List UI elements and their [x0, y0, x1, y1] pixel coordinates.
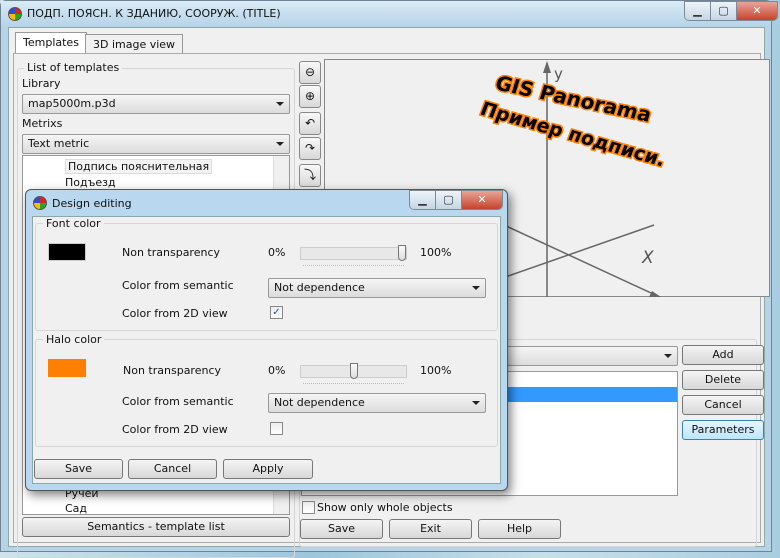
help-button[interactable]: Help — [478, 519, 561, 539]
title-bar: ПОДП. ПОЯСН. К ЗДАНИЮ, СООРУЖ. (TITLE) ▁… — [1, 1, 778, 27]
font-semantic-select[interactable]: Not dependence — [268, 278, 486, 298]
halo-non-transparency-label: Non transparency — [123, 364, 222, 377]
slider-thumb[interactable] — [349, 363, 358, 379]
tree-item[interactable]: Подпись пояснительная — [65, 159, 213, 174]
library-value: map5000m.p3d — [28, 97, 116, 110]
halo-max-label: 100% — [420, 364, 452, 377]
maximize-button[interactable]: ▢ — [711, 2, 737, 20]
cancel-button[interactable]: Cancel — [682, 395, 764, 415]
dialog-save-button[interactable]: Save — [34, 459, 123, 479]
tab-3d-image-view[interactable]: 3D image view — [85, 34, 184, 54]
zoom-in-icon[interactable]: ⊕ — [299, 85, 321, 108]
zoom-out-icon[interactable]: ⊖ — [299, 61, 321, 84]
metrixs-value: Text metric — [28, 137, 90, 150]
tree-item[interactable]: Подъезд — [65, 176, 116, 189]
semantics-template-list-button[interactable]: Semantics - template list — [22, 517, 290, 537]
chevron-down-icon — [276, 102, 284, 106]
tree-item[interactable]: Сад — [65, 502, 87, 515]
halo-semantic-value: Not dependence — [274, 396, 365, 409]
chevron-down-icon — [664, 354, 672, 358]
halo-color-swatch[interactable] — [48, 359, 86, 377]
slider-thumb[interactable] — [398, 245, 406, 261]
font-2d-view-checkbox[interactable]: ✓ — [270, 306, 283, 319]
chevron-down-icon — [472, 401, 480, 405]
rotate-z-left-icon[interactable]: ↶ — [299, 112, 321, 135]
font-transparency-slider[interactable] — [300, 245, 407, 261]
x-axis-label: X — [641, 248, 654, 268]
y-axis-label: y — [554, 65, 563, 83]
dialog-body: Font color Non transparency 0% 100% Colo… — [32, 216, 501, 484]
halo-min-label: 0% — [268, 364, 286, 377]
font-semantic-value: Not dependence — [274, 281, 365, 294]
library-label: Library — [22, 77, 61, 90]
rotate-z-right-icon[interactable]: ↷ — [299, 137, 321, 160]
font-color-label: Font color — [43, 217, 104, 230]
dialog-title: Design editing — [52, 197, 132, 210]
minimize-button[interactable]: ▁ — [685, 2, 711, 20]
dialog-minimize-button[interactable]: ▁ — [410, 191, 436, 209]
save-button[interactable]: Save — [300, 519, 383, 539]
app-icon — [8, 7, 22, 21]
show-whole-objects-label: Show only whole objects — [317, 501, 453, 514]
group-label: List of templates — [24, 61, 123, 74]
halo-2d-view-checkbox[interactable] — [270, 422, 283, 435]
window-title: ПОДП. ПОЯСН. К ЗДАНИЮ, СООРУЖ. (TITLE) — [27, 7, 281, 20]
dialog-cancel-button[interactable]: Cancel — [128, 459, 217, 479]
halo-transparency-slider[interactable] — [300, 363, 407, 379]
design-editing-dialog: Design editing ▁ ▢ ✕ Font color Non tran… — [25, 189, 508, 491]
rotate-y-icon[interactable]: ⤵ — [299, 164, 321, 187]
exit-button[interactable]: Exit — [389, 519, 472, 539]
library-select[interactable]: map5000m.p3d — [22, 94, 290, 114]
dialog-apply-button[interactable]: Apply — [223, 459, 313, 479]
metrixs-label: Metrixs — [22, 117, 63, 130]
font-non-transparency-label: Non transparency — [122, 246, 221, 259]
font-max-label: 100% — [420, 246, 452, 259]
metrixs-select[interactable]: Text metric — [22, 134, 290, 154]
halo-semantic-select[interactable]: Not dependence — [268, 393, 486, 413]
chevron-down-icon — [472, 286, 480, 290]
chevron-down-icon — [276, 142, 284, 146]
dialog-close-button[interactable]: ✕ — [462, 191, 502, 209]
slider-ticks — [303, 383, 404, 385]
font-min-label: 0% — [268, 246, 286, 259]
halo-color-label: Halo color — [43, 333, 105, 346]
delete-button[interactable]: Delete — [682, 370, 764, 390]
font-semantic-label: Color from semantic — [122, 279, 234, 292]
app-icon — [33, 196, 47, 210]
slider-ticks — [303, 265, 404, 267]
parameters-button[interactable]: Parameters — [682, 420, 764, 440]
halo-semantic-label: Color from semantic — [122, 395, 234, 408]
tab-templates[interactable]: Templates — [15, 32, 87, 55]
font-2d-view-label: Color from 2D view — [122, 307, 228, 320]
font-color-group — [35, 223, 498, 331]
add-button[interactable]: Add — [682, 345, 764, 365]
halo-2d-view-label: Color from 2D view — [122, 423, 228, 436]
close-button[interactable]: ✕ — [737, 2, 777, 20]
show-whole-objects-checkbox[interactable] — [302, 501, 315, 514]
dialog-maximize-button[interactable]: ▢ — [436, 191, 462, 209]
font-color-swatch[interactable] — [48, 243, 86, 261]
